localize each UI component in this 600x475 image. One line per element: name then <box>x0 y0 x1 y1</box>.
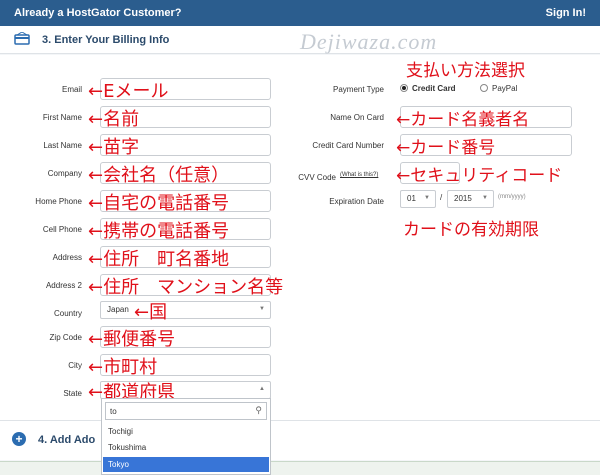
expiration-annotation: カードの有効期限 <box>403 220 539 240</box>
last-name-label: Last Name <box>43 141 82 150</box>
existing-customer-text: Already a HostGator Customer? <box>14 7 182 19</box>
first-name-label: First Name <box>42 113 82 122</box>
top-bar: Already a HostGator Customer? Sign In! <box>0 0 600 26</box>
watermark: Dejiwaza.com <box>300 29 438 54</box>
zip-code-label: Zip Code <box>49 333 82 342</box>
state-option-tokushima[interactable]: Tokushima <box>103 440 269 455</box>
state-search-input[interactable]: to ⚲ <box>105 402 267 420</box>
exp-hint: (mm/yyyy) <box>498 194 526 200</box>
chevron-down-icon: ▼ <box>424 195 430 201</box>
paypal-radio[interactable] <box>480 84 488 92</box>
card-number-annotation: ←カード番号 <box>396 138 496 158</box>
name-on-card-label: Name On Card <box>330 113 384 122</box>
company-annotation: ←会社名（任意） <box>88 165 230 186</box>
cvv-annotation: ←セキュリティコード <box>396 166 563 186</box>
add-ons-section-title: 4. Add Ado <box>38 434 96 446</box>
add-ons-section-header[interactable]: + 4. Add Ado <box>0 420 600 460</box>
state-dropdown: to ⚲ Tochigi Tokushima Tokyo <box>101 398 271 475</box>
exp-month-value: 01 <box>407 194 416 203</box>
state-option-tochigi[interactable]: Tochigi <box>103 424 269 439</box>
card-number-label: Credit Card Number <box>312 141 384 150</box>
chevron-down-icon: ▼ <box>482 195 488 201</box>
state-option-tokyo[interactable]: Tokyo <box>103 457 269 472</box>
credit-card-radio[interactable] <box>400 84 408 92</box>
cvv-help-link[interactable]: (What is this?) <box>340 172 384 178</box>
paypal-radio-label: PayPal <box>492 84 518 93</box>
email-annotation: ←Eメール <box>88 81 169 102</box>
home-phone-annotation: ←自宅の電話番号 <box>88 193 230 214</box>
country-select[interactable]: Japan ▼ <box>100 301 271 319</box>
home-phone-label: Home Phone <box>35 197 82 206</box>
search-icon: ⚲ <box>255 405 262 415</box>
chevron-down-icon: ▼ <box>259 306 265 312</box>
company-label: Company <box>47 169 82 178</box>
address2-annotation: ←住所 マンション名等 <box>88 277 284 298</box>
billing-section-header[interactable]: 3. Enter Your Billing Info Dejiwaza.com <box>0 26 600 54</box>
credit-card-icon <box>14 32 30 45</box>
zip-code-annotation: ←郵便番号 <box>88 329 176 350</box>
city-label: City <box>68 361 82 370</box>
address-label: Address <box>52 253 82 262</box>
country-label: Country <box>53 309 82 318</box>
exp-year-value: 2015 <box>454 194 472 203</box>
state-label: State <box>63 389 82 398</box>
billing-section-title: 3. Enter Your Billing Info <box>42 34 170 46</box>
city-annotation: ←市町村 <box>88 357 158 378</box>
last-name-annotation: ←苗字 <box>88 137 140 158</box>
state-search-value: to <box>110 407 117 416</box>
payment-type-label: Payment Type <box>333 85 384 94</box>
first-name-annotation: ←名前 <box>88 109 140 130</box>
country-value: Japan <box>107 305 129 314</box>
sign-in-link[interactable]: Sign In! <box>546 7 586 19</box>
name-on-card-annotation: ←カード名義者名 <box>396 110 530 130</box>
cell-phone-annotation: ←携帯の電話番号 <box>88 221 230 242</box>
plus-circle-icon: + <box>12 432 26 446</box>
address2-label: Address 2 <box>45 281 82 290</box>
exp-month-select[interactable]: 01 ▼ <box>400 190 436 208</box>
email-label: Email <box>61 85 82 94</box>
payment-type-annotation: 支払い方法選択 <box>406 61 525 81</box>
exp-year-select[interactable]: 2015 ▼ <box>447 190 494 208</box>
exp-separator: / <box>440 193 443 202</box>
chevron-up-icon: ▲ <box>259 386 265 392</box>
bottom-strip <box>0 461 600 475</box>
cvv-label: CVV Code <box>298 173 336 182</box>
expiration-label: Expiration Date <box>329 197 384 206</box>
credit-card-radio-label: Credit Card <box>412 84 456 93</box>
cell-phone-label: Cell Phone <box>42 225 82 234</box>
country-annotation: ←国 <box>134 302 168 323</box>
address-annotation: ←住所 町名番地 <box>88 249 230 270</box>
